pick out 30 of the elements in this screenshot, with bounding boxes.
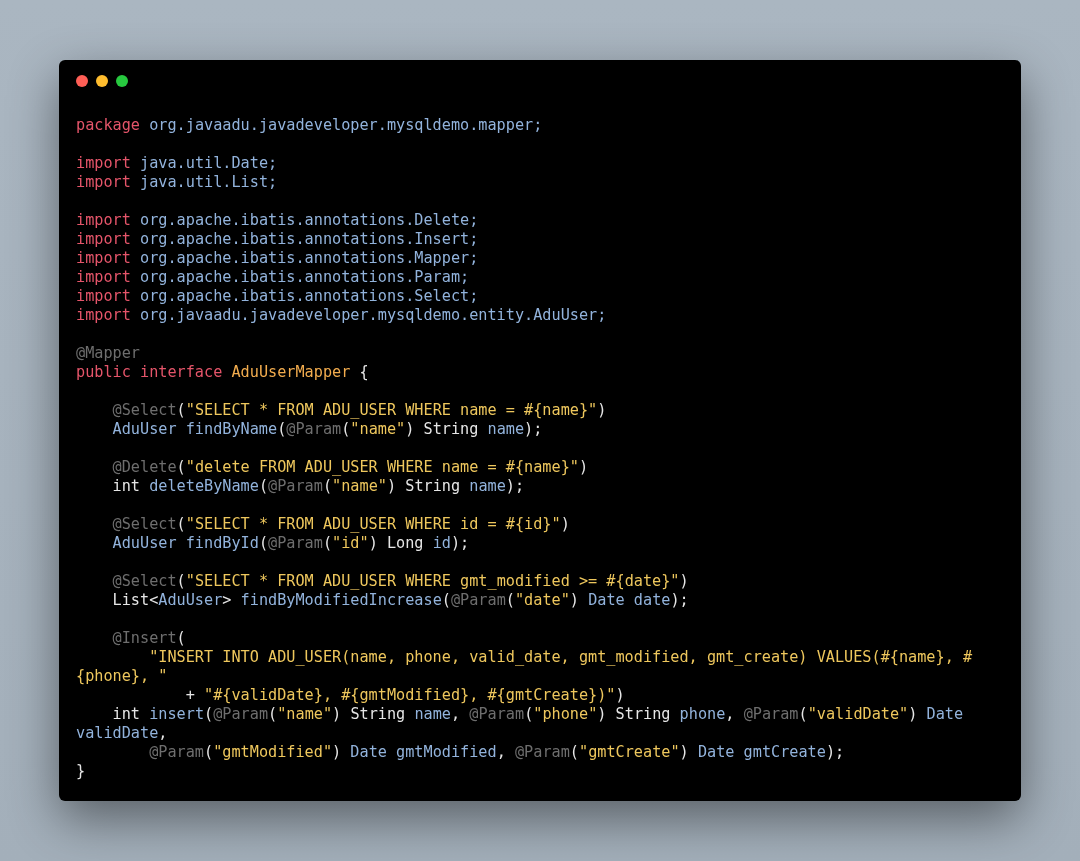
minimize-button[interactable] bbox=[96, 75, 108, 87]
code-line: import org.javaadu.javadeveloper.mysqldemo.entity.AduUser; bbox=[76, 306, 608, 325]
code-line: {phone}, " bbox=[76, 667, 169, 686]
code-line: import org.apache.ibatis.annotations.Param; bbox=[76, 268, 471, 287]
code-line: import org.apache.ibatis.annotations.Select; bbox=[76, 287, 480, 306]
code-line: List<AduUser> findByModifiedIncrease(@Param("date") Date date); bbox=[111, 591, 690, 610]
close-button[interactable] bbox=[76, 75, 88, 87]
code-line: import java.util.List; bbox=[76, 173, 279, 192]
code-line: @Select("SELECT * FROM ADU_USER WHERE name = #{name}") bbox=[111, 401, 608, 420]
code-line: @Delete("delete FROM ADU_USER WHERE name = #{name}") bbox=[111, 458, 590, 477]
code-line: import org.apache.ibatis.annotations.Insert; bbox=[76, 230, 480, 249]
code-line: import org.apache.ibatis.annotations.Delete; bbox=[76, 211, 480, 230]
code-line: @Select("SELECT * FROM ADU_USER WHERE id = #{id}") bbox=[111, 515, 571, 534]
code-line: @Mapper bbox=[76, 344, 141, 363]
code-line: "INSERT INTO ADU_USER(name, phone, valid_date, gmt_modified, gmt_create) VALUES(#{name}, # bbox=[148, 648, 974, 667]
code-line: + "#{validDate}, #{gmtModified}, #{gmtCreate})") bbox=[184, 686, 626, 705]
code-line: int insert(@Param("name") String name, @Param("phone") String phone, @Param("validDate") Date bbox=[111, 705, 965, 724]
code-line: } bbox=[76, 762, 87, 781]
code-line: import org.apache.ibatis.annotations.Mapper; bbox=[76, 249, 480, 268]
code-line: public interface AduUserMapper { bbox=[76, 363, 370, 382]
code-line: @Param("gmtModified") Date gmtModified, @Param("gmtCreate") Date gmtCreate); bbox=[148, 743, 846, 762]
code-line: AduUser findById(@Param("id") Long id); bbox=[111, 534, 471, 553]
code-line: AduUser findByName(@Param("name") String name); bbox=[111, 420, 544, 439]
code-line: @Select("SELECT * FROM ADU_USER WHERE gmt_modified >= #{date}") bbox=[111, 572, 690, 591]
code-line: @Insert( bbox=[111, 629, 187, 648]
code-line: package org.javaadu.javadeveloper.mysqldemo.mapper; bbox=[76, 116, 544, 135]
code-line: validDate, bbox=[76, 724, 169, 743]
code-line: int deleteByName(@Param("name") String name); bbox=[111, 477, 526, 496]
zoom-button[interactable] bbox=[116, 75, 128, 87]
code-line: import java.util.Date; bbox=[76, 154, 279, 173]
